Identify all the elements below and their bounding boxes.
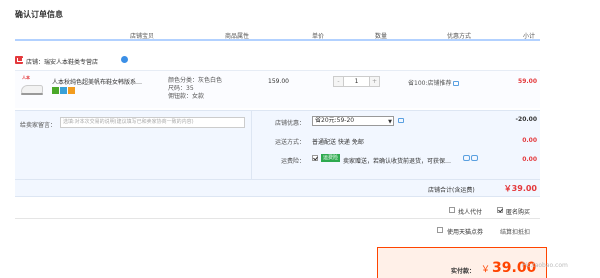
payment-label: 实付款： [451, 268, 476, 275]
item-subtotal: 59.00 [518, 78, 537, 85]
shop-coupon-label: 店铺优惠： [274, 120, 305, 127]
coupon-info-icon[interactable] [398, 118, 404, 123]
product-attributes: 颜色分类：灰色白色 尺码：35 佣钮款：女款 [168, 77, 222, 101]
column-header-row: 店铺宝贝 商品属性 单价 数量 优惠方式 小计 [15, 29, 540, 41]
item-discount: 省100:店铺推荐 [408, 78, 460, 87]
order-item-row: 人本 人本秋纯色超美帆布鞋女韩版系… 颜色分类：灰色白色 尺码：35 佣钮款：女… [15, 70, 540, 108]
panel-hdivider [15, 179, 540, 180]
invoice-icon[interactable] [68, 87, 75, 94]
shipping-label: 运送方式： [274, 139, 305, 146]
shop-coupon-value: 省20元:59-20 [315, 117, 355, 124]
discount-info-icon[interactable] [453, 81, 460, 86]
brand-logo-icon: 人本 [22, 75, 30, 80]
shop-icon [15, 56, 23, 64]
chevron-down-icon: ▼ [388, 119, 392, 125]
insurance-checkbox[interactable] [312, 155, 318, 161]
shipping-method: 普通配送 快递 免邮 [312, 139, 364, 146]
product-thumbnail[interactable]: 人本 [20, 75, 44, 99]
guarantee-icon[interactable] [60, 87, 67, 94]
panel-divider [251, 111, 252, 179]
anonymous-label[interactable]: 匿名购买 [506, 207, 530, 216]
divider [15, 218, 540, 219]
attr-color: 颜色分类：灰色白色 [168, 77, 223, 84]
insurance-tag: 运费险 [321, 154, 341, 162]
shoe-sole [21, 93, 43, 95]
quantity-minus-button[interactable]: - [334, 77, 344, 86]
page-title: 确认订单信息 [15, 10, 63, 19]
shop-coupon-select[interactable]: 省20元:59-20 ▼ [312, 116, 394, 126]
wangwang-chat-icon[interactable] [121, 56, 128, 63]
shop-name-link[interactable]: 店铺：瑞安人本鞋类专营店 [26, 57, 98, 66]
col-subtotal: 小计 [523, 33, 536, 40]
tmall-points-label[interactable]: 使用天猫点券 [447, 227, 483, 236]
order-extras-panel: 给卖家留言： 选填:对本次交易的说明(建议填写已和卖家协商一致的内容) 店铺优惠… [15, 110, 540, 197]
quantity-stepper: - 1 + [333, 76, 380, 87]
friend-pay-label[interactable]: 找人代付 [458, 207, 482, 216]
memo-input[interactable]: 选填:对本次交易的说明(建议填写已和卖家协商一致的内容) [60, 117, 245, 128]
col-attributes: 商品属性 [225, 33, 250, 40]
item-discount-text: 省100:店铺推荐 [408, 80, 452, 87]
anonymous-checkbox[interactable] [497, 207, 503, 213]
shop-total-amount: ￥39.00 [503, 184, 537, 193]
currency-symbol: ￥ [481, 265, 491, 275]
quantity-input[interactable]: 1 [344, 77, 369, 86]
product-title-link[interactable]: 人本秋纯色超美帆布鞋女韩版系… [52, 77, 157, 86]
col-discount: 优惠方式 [447, 33, 472, 40]
tmall-points-checkbox[interactable] [437, 227, 443, 233]
col-unit-price: 单价 [312, 33, 325, 40]
insurance-label: 运费险： [280, 158, 305, 165]
shop-row: 店铺：瑞安人本鞋类专营店 [15, 55, 540, 67]
help-icon[interactable] [471, 155, 478, 161]
attr-size: 尺码：35 [168, 85, 194, 92]
insurance-amount: 0.00 [522, 156, 537, 163]
col-quantity: 数量 [375, 33, 388, 40]
col-shop-item: 店铺宝贝 [130, 33, 155, 40]
insurance-info-icons [463, 155, 479, 163]
friend-pay-checkbox[interactable] [449, 207, 455, 213]
points-hint: 结算扣抵扣 [500, 229, 531, 236]
shipping-amount: 0.00 [522, 137, 537, 144]
shop-coupon-amount: -20.00 [515, 116, 537, 123]
seven-day-return-icon[interactable] [52, 87, 59, 94]
unit-price: 159.00 [268, 78, 289, 85]
attr-style: 佣钮款：女款 [168, 93, 205, 100]
shop-total-label: 店铺合计(含运费) [428, 187, 475, 194]
chat-icon[interactable] [463, 155, 470, 161]
insurance-text: 卖家赠送，若确认收货前退货，可获保… [343, 158, 452, 165]
watermark: Pic.taobao.com [522, 262, 568, 269]
memo-label: 给卖家留言： [20, 122, 57, 129]
quantity-plus-button[interactable]: + [369, 77, 379, 86]
service-badges [52, 87, 76, 94]
